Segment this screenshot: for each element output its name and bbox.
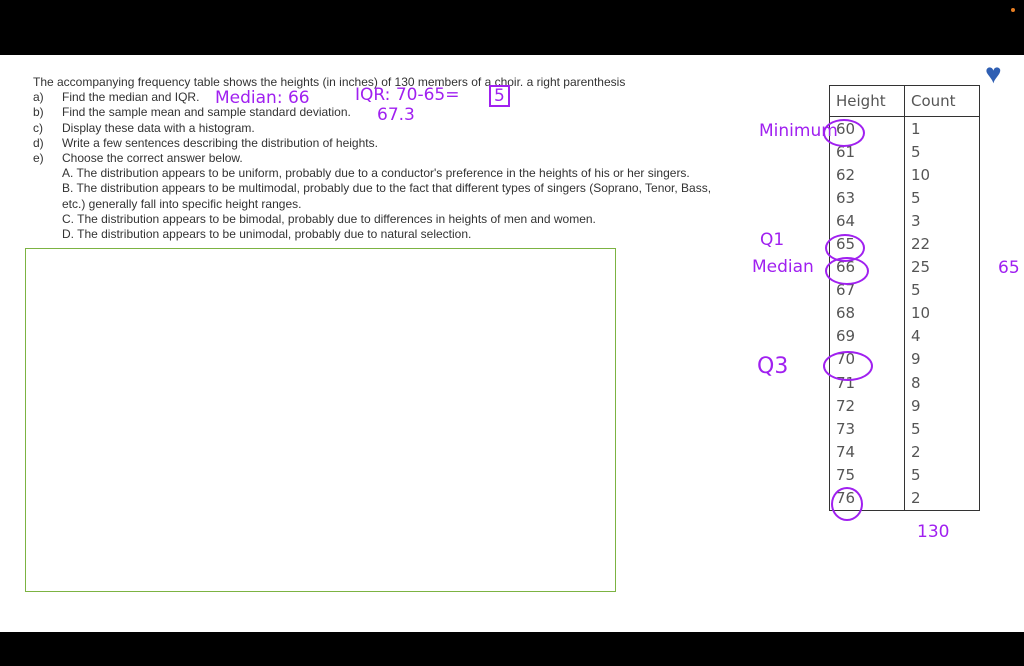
answer-option[interactable]: C. The distribution appears to be bimoda… — [62, 212, 596, 226]
count-cell: 5 — [904, 186, 980, 210]
question-label: d) — [33, 135, 44, 150]
count-cell: 5 — [904, 417, 980, 441]
histogram-area — [25, 248, 616, 592]
table-row: 63 5 — [829, 186, 980, 210]
height-cell: 63 — [829, 186, 905, 210]
count-cell: 25 — [904, 255, 980, 279]
question-label: a) — [33, 90, 44, 104]
table-row: 64 3 — [829, 209, 980, 233]
count-cell: 22 — [904, 232, 980, 256]
count-cell: 10 — [904, 301, 980, 325]
table-row: 72 9 — [829, 394, 980, 418]
circle-mark — [823, 351, 873, 381]
table-row: 73 5 — [829, 417, 980, 441]
count-cell: 8 — [904, 371, 980, 395]
question-label: e) — [33, 151, 44, 166]
question-text: Find the median and IQR. — [62, 90, 200, 104]
table-row: 68 10 — [829, 301, 980, 325]
question-label: c) — [33, 120, 43, 135]
height-cell: 62 — [829, 163, 905, 187]
frequency-table: Height Count 60 1 61 5 62 10 63 5 64 3 65 22 66 25 67 5 6… — [829, 85, 980, 511]
header-height: Height — [829, 85, 905, 117]
question-text: Choose the correct answer below. — [62, 151, 243, 166]
table-row: 69 4 — [829, 324, 980, 348]
question-label: b) — [33, 105, 44, 120]
count-cell: 9 — [904, 347, 980, 372]
q3-label: Q3 — [757, 354, 789, 379]
count-cell: 5 — [904, 278, 980, 302]
q1-label: Q1 — [760, 230, 785, 250]
median-annotation: Median: 66 — [215, 88, 310, 108]
header-count: Count — [904, 85, 980, 117]
height-cell: 64 — [829, 209, 905, 233]
answer-option[interactable]: D. The distribution appears to be unimod… — [62, 227, 471, 241]
circle-mark — [823, 119, 865, 147]
question-text: Display these data with a histogram. — [62, 120, 255, 135]
height-cell: 75 — [829, 463, 905, 487]
count-cell: 9 — [904, 394, 980, 418]
heart-icon[interactable]: ♥ — [985, 58, 1002, 90]
height-cell: 72 — [829, 394, 905, 418]
circle-mark — [825, 257, 869, 285]
recording-indicator-icon — [1011, 8, 1015, 12]
height-cell: 74 — [829, 440, 905, 464]
count-cell: 2 — [904, 440, 980, 464]
height-cell: 69 — [829, 324, 905, 348]
median-label: Median — [752, 257, 814, 277]
answer-option: etc.) generally fall into specific heigh… — [62, 196, 302, 211]
mean-annotation: 67.3 — [377, 105, 415, 125]
count-cell: 10 — [904, 163, 980, 187]
total-annotation: 130 — [917, 522, 950, 542]
intro-text: The accompanying frequency table shows t… — [33, 75, 626, 89]
table-row: 74 2 — [829, 440, 980, 464]
table-row: 75 5 — [829, 463, 980, 487]
count-cell: 4 — [904, 324, 980, 348]
document-page: The accompanying frequency table shows t… — [0, 8, 1024, 632]
answer-option[interactable]: A. The distribution appears to be unifor… — [62, 166, 690, 180]
count-cell: 1 — [904, 116, 980, 141]
iqr-value: 5 — [489, 85, 510, 107]
height-cell: 68 — [829, 301, 905, 325]
side-note: 65 — [998, 258, 1020, 278]
circle-mark — [831, 487, 863, 521]
answer-option[interactable]: B. The distribution appears to be multim… — [62, 181, 711, 195]
count-cell: 3 — [904, 209, 980, 233]
iqr-annotation: IQR: 70-65= — [355, 85, 460, 105]
count-cell: 2 — [904, 486, 980, 511]
count-cell: 5 — [904, 140, 980, 164]
count-cell: 5 — [904, 463, 980, 487]
question-text: Write a few sentences describing the dis… — [62, 135, 378, 150]
table-row: 62 10 — [829, 163, 980, 187]
height-cell: 73 — [829, 417, 905, 441]
